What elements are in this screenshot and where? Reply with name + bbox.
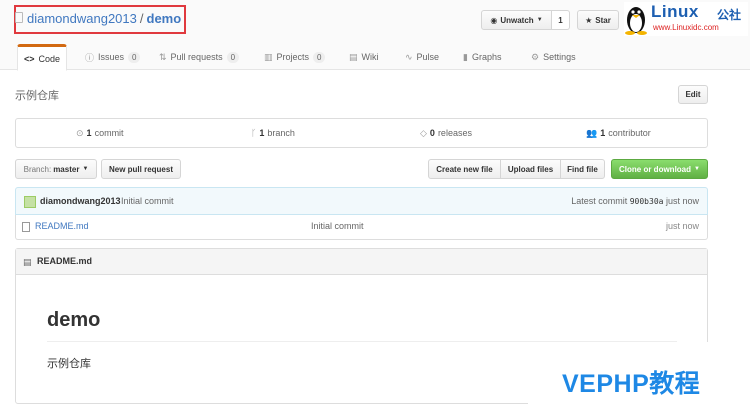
tab-pulse[interactable]: ∿ Pulse [405,44,439,70]
upload-files-button[interactable]: Upload files [500,159,561,179]
watch-count[interactable]: 1 [552,10,570,30]
logo-text: Linux [651,2,699,21]
commit-tease: diamondwang2013 Initial commit Latest co… [15,187,708,215]
branch-icon: ᚴ [251,128,257,138]
latest-commit-info: Latest commit 900b30a just now [571,196,699,206]
commits-link[interactable]: ⊙ 1 commit [76,119,124,147]
repo-summary: ⊙ 1 commit ᚴ 1 branch ◇ 0 releases 👥 1 c… [15,118,708,148]
commits-label: commit [94,128,124,138]
tab-projects-count: 0 [313,51,326,63]
people-icon: 👥 [586,127,598,138]
branch-name: master [53,164,80,174]
tab-pulse-label: Pulse [416,52,440,62]
branches-link[interactable]: ᚴ 1 branch [251,119,295,147]
commit-author-link[interactable]: diamondwang2013 [40,196,121,206]
avatar[interactable] [24,196,36,208]
code-icon: <> [24,53,35,64]
unwatch-button[interactable]: ◉ Unwatch ▼ [481,10,552,30]
readme-header-title: README.md [37,256,93,266]
star-icon: ★ [585,15,593,25]
releases-count: 0 [429,128,435,138]
tab-settings-label: Settings [543,52,576,62]
clone-label: Clone or download [619,164,692,174]
logo-url: www.Linuxidc.com [653,23,719,32]
gear-icon: ⚙ [531,51,540,62]
file-icon [22,222,30,232]
caret-down-icon: ▼ [82,166,89,172]
tab-issues-count: 0 [128,51,141,63]
contributors-link[interactable]: 👥 1 contributor [586,119,651,147]
tab-graphs[interactable]: ▮ Graphs [463,44,501,70]
issue-icon: ⓘ [85,52,95,63]
repo-title: diamondwang2013/demo [27,11,181,26]
tab-projects[interactable]: ▥ Projects 0 [264,44,326,70]
edit-description-button[interactable]: Edit [678,85,708,104]
repo-nav-tabs: <> Code ⓘ Issues 0 ⇅ Pull requests 0 ▥ P… [0,44,750,71]
repo-description: 示例仓库 [15,90,59,102]
project-icon: ▥ [264,51,273,62]
latest-commit-prefix: Latest commit [571,196,628,206]
branch-prefix: Branch: [23,164,52,174]
clone-download-button[interactable]: Clone or download ▼ [611,159,708,179]
tab-wiki[interactable]: ▤ Wiki [349,44,379,70]
repo-icon [15,12,23,23]
pulse-icon: ∿ [405,51,413,62]
caret-down-icon: ▼ [536,17,543,23]
caret-down-icon: ▼ [694,166,700,172]
file-age: just now [665,221,699,231]
releases-label: releases [437,128,472,138]
tab-projects-label: Projects [276,52,310,62]
repo-owner-link[interactable]: diamondwang2013 [27,11,137,26]
repo-header: diamondwang2013/demo ◉ Unwatch ▼ 1 ★ Sta… [0,0,750,71]
commit-message-link[interactable]: Initial commit [121,196,174,206]
file-commit-message-link[interactable]: Initial commit [311,221,364,231]
book-icon: ▤ [349,51,358,62]
tab-pull-requests[interactable]: ⇅ Pull requests 0 [159,44,240,70]
file-list: README.md Initial commit just now [15,215,708,240]
releases-link[interactable]: ◇ 0 releases [420,119,472,147]
commit-icon: ⊙ [76,127,84,138]
find-file-button[interactable]: Find file [560,159,605,179]
tab-code-label: Code [38,53,61,64]
readme-header: ▤ README.md [16,249,707,275]
unwatch-label: Unwatch [500,15,534,25]
tab-graphs-label: Graphs [471,52,502,62]
tab-pull-requests-label: Pull requests [170,52,223,62]
contributors-label: contributor [608,128,651,138]
star-button[interactable]: ★ Star [577,10,619,30]
tab-wiki-label: Wiki [361,52,379,62]
graph-icon: ▮ [463,51,468,62]
readme-heading: demo [47,309,101,331]
new-pull-request-button[interactable]: New pull request [101,159,181,179]
contributors-count: 1 [600,128,606,138]
repo-name-link[interactable]: demo [147,11,182,26]
commit-sha-link[interactable]: 900b30a [630,197,664,206]
pull-request-icon: ⇅ [159,51,167,62]
commit-age: just now [665,196,699,206]
file-actions-group: Create new file Upload files Find file [428,159,605,179]
readme-body: 示例仓库 [47,358,91,370]
repo-title-separator: / [139,11,144,26]
eye-icon: ◉ [490,15,498,25]
file-name-link[interactable]: README.md [35,221,89,231]
tag-icon: ◇ [420,127,427,138]
tab-issues-label: Issues [98,52,125,62]
branches-count: 1 [259,128,265,138]
tab-settings[interactable]: ⚙ Settings [531,44,576,70]
book-icon: ▤ [23,257,32,267]
branches-label: branch [267,128,295,138]
tab-issues[interactable]: ⓘ Issues 0 [85,44,141,70]
commits-count: 1 [86,128,92,138]
create-new-file-button[interactable]: Create new file [428,159,501,179]
branch-select-button[interactable]: Branch: master ▼ [15,159,97,179]
tab-pull-requests-count: 0 [226,51,240,63]
watermark-text: VEPHP教程 [562,370,701,398]
logo-cn-text: 公社 [717,8,742,22]
tab-code[interactable]: <> Code [17,44,68,71]
star-label: Star [595,15,611,25]
vephp-watermark: VEPHP教程 [528,342,750,411]
